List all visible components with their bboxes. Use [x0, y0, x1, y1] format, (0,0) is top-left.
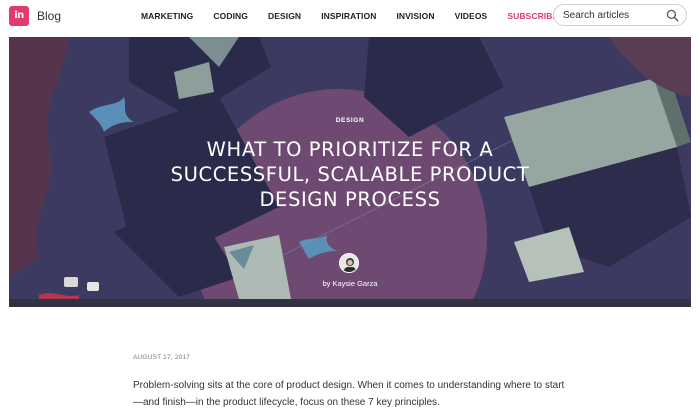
nav-inspiration[interactable]: INSPIRATION: [321, 11, 376, 21]
site-header: in Blog MARKETING CODING DESIGN INSPIRAT…: [0, 0, 700, 32]
main-nav: MARKETING CODING DESIGN INSPIRATION INVI…: [141, 11, 558, 21]
nav-design[interactable]: DESIGN: [268, 11, 301, 21]
hero-bottom-bar: [9, 299, 691, 307]
nav-marketing[interactable]: MARKETING: [141, 11, 193, 21]
post-intro: Problem-solving sits at the core of prod…: [133, 380, 565, 408]
search-input[interactable]: [563, 8, 668, 22]
post-category[interactable]: DESIGN: [9, 117, 691, 124]
search-box[interactable]: [553, 4, 687, 26]
nav-invision[interactable]: INVISION: [396, 11, 434, 21]
author-avatar[interactable]: [339, 253, 359, 273]
nav-videos[interactable]: VIDEOS: [455, 11, 488, 21]
post-date: AUGUST 17, 2017: [133, 354, 191, 361]
author-byline[interactable]: by Kaysie Garza: [9, 279, 691, 288]
nav-coding[interactable]: CODING: [213, 11, 248, 21]
blog-brand-link[interactable]: Blog: [37, 9, 61, 23]
nav-subscribe[interactable]: SUBSCRIBE: [507, 11, 558, 21]
hero-banner[interactable]: DESIGN WHAT TO PRIORITIZE FOR A SUCCESSF…: [9, 37, 691, 307]
search-icon[interactable]: [666, 9, 679, 22]
invision-logo[interactable]: in: [9, 6, 29, 26]
post-title: WHAT TO PRIORITIZE FOR A SUCCESSFUL, SCA…: [170, 138, 530, 211]
